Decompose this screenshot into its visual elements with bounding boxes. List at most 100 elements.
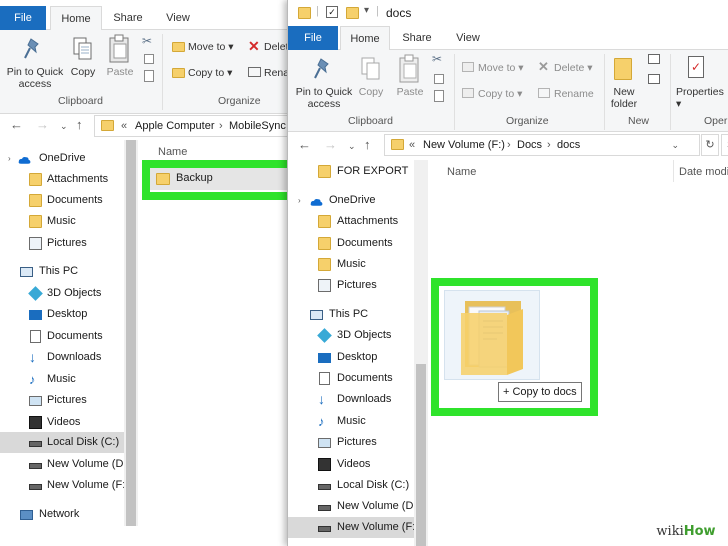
expand-chevron-icon[interactable]: › bbox=[8, 148, 11, 169]
cut-icon[interactable]: ✂ bbox=[142, 34, 152, 48]
right-copy-button[interactable]: Copy bbox=[354, 86, 388, 98]
nav-item-local-disk-c[interactable]: Local Disk (C:) bbox=[288, 475, 414, 496]
customize-qat-icon[interactable]: ▾ bbox=[364, 5, 369, 16]
nav-item-this-pc[interactable]: This PC bbox=[0, 261, 124, 282]
up-arrow-icon[interactable]: ↑ bbox=[76, 117, 83, 132]
right-nav-scrollbar[interactable] bbox=[414, 160, 428, 546]
new-folder-qat-icon[interactable] bbox=[346, 7, 359, 19]
cut-icon[interactable]: ✂ bbox=[432, 52, 442, 66]
nav-item-pictures-pc[interactable]: Pictures bbox=[288, 432, 414, 453]
nav-item-videos[interactable]: Videos bbox=[288, 454, 414, 475]
nav-item-onedrive[interactable]: › OneDrive bbox=[0, 148, 124, 169]
right-paste-button[interactable]: Paste bbox=[392, 86, 428, 98]
refresh-button[interactable]: ↻ bbox=[701, 134, 719, 156]
nav-item-documents[interactable]: Documents bbox=[288, 233, 414, 254]
nav-item-network[interactable]: Network bbox=[0, 504, 124, 525]
nav-item-pictures-pc[interactable]: Pictures bbox=[0, 390, 124, 411]
left-paste-button[interactable]: Paste bbox=[102, 66, 138, 78]
nav-item-documents[interactable]: Documents bbox=[0, 190, 124, 211]
nav-item-attachments[interactable]: Attachments bbox=[0, 169, 124, 190]
up-arrow-icon[interactable]: ↑ bbox=[364, 137, 371, 152]
nav-item-documents-pc[interactable]: Documents bbox=[288, 368, 414, 389]
left-nav-scrollbar[interactable] bbox=[124, 140, 138, 526]
properties-button[interactable]: Properties ▾ bbox=[676, 86, 728, 110]
nav-item-music-pc[interactable]: ♪ Music bbox=[0, 369, 124, 390]
right-tab-share[interactable]: Share bbox=[394, 26, 440, 50]
right-column-name-header[interactable]: Name bbox=[447, 166, 476, 178]
nav-item-3d-objects[interactable]: 3D Objects bbox=[0, 283, 124, 304]
recent-locations-icon[interactable]: ⌄ bbox=[348, 141, 356, 152]
right-column-date-header[interactable]: Date modi bbox=[679, 166, 728, 178]
expand-chevron-icon[interactable]: › bbox=[298, 190, 301, 211]
address-crumb[interactable]: docs bbox=[557, 135, 580, 155]
right-delete-button[interactable]: Delete ▾ bbox=[554, 62, 593, 74]
column-divider[interactable] bbox=[673, 160, 674, 182]
forward-arrow-icon[interactable]: → bbox=[36, 117, 49, 132]
right-rename-button[interactable]: Rename bbox=[554, 88, 594, 100]
search-box[interactable]: Se bbox=[721, 134, 728, 156]
address-crumb[interactable]: New Volume (F:) bbox=[423, 135, 505, 155]
left-nav-scrollbar-thumb[interactable] bbox=[126, 140, 136, 526]
nav-item-3d-objects[interactable]: 3D Objects bbox=[288, 325, 414, 346]
forward-arrow-icon[interactable]: → bbox=[324, 137, 337, 152]
left-tab-home[interactable]: Home bbox=[50, 6, 102, 31]
nav-item-new-volume-f[interactable]: New Volume (F:) bbox=[0, 475, 129, 496]
nav-item-this-pc[interactable]: This PC bbox=[288, 304, 414, 325]
nav-item-for-export[interactable]: FOR EXPORT bbox=[288, 161, 414, 182]
left-tab-share[interactable]: Share bbox=[106, 6, 150, 30]
right-tab-view[interactable]: View bbox=[446, 26, 490, 50]
nav-item-documents-pc[interactable]: Documents bbox=[0, 326, 124, 347]
right-tab-file[interactable]: File bbox=[288, 26, 338, 50]
left-column-name-header[interactable]: Name bbox=[158, 146, 187, 158]
right-address-bar[interactable]: « New Volume (F:) › Docs › docs ⌄ bbox=[384, 134, 700, 156]
properties-qat-icon[interactable]: ✓ bbox=[326, 6, 338, 18]
nav-item-music-pc[interactable]: ♪ Music bbox=[288, 411, 414, 432]
nav-item-pictures[interactable]: Pictures bbox=[0, 233, 124, 254]
left-pin-quick-access-button[interactable]: Pin to Quick access bbox=[2, 66, 68, 90]
right-move-to-button[interactable]: Move to ▾ bbox=[478, 62, 524, 74]
address-dropdown-icon[interactable]: ⌄ bbox=[671, 135, 679, 155]
nav-item-music[interactable]: Music bbox=[0, 211, 124, 232]
paste-shortcut-icon[interactable] bbox=[434, 90, 444, 102]
address-overflow-chevrons[interactable]: « bbox=[121, 116, 127, 136]
recent-locations-icon[interactable]: ⌄ bbox=[60, 121, 68, 132]
address-crumb[interactable]: MobileSync bbox=[229, 116, 286, 136]
nav-item-new-volume-f[interactable]: New Volume (F:) bbox=[288, 517, 419, 538]
drop-target-area[interactable]: + Copy to docs bbox=[439, 286, 590, 408]
address-crumb[interactable]: Apple Computer bbox=[135, 116, 215, 136]
nav-item-attachments[interactable]: Attachments bbox=[288, 211, 414, 232]
copy-path-icon[interactable] bbox=[144, 54, 154, 64]
left-copy-button[interactable]: Copy bbox=[66, 66, 100, 78]
new-folder-button[interactable]: New folder bbox=[606, 86, 642, 110]
nav-item-music[interactable]: Music bbox=[288, 254, 414, 275]
paste-shortcut-icon[interactable] bbox=[144, 70, 154, 82]
left-address-bar[interactable]: « Apple Computer › MobileSync bbox=[94, 115, 292, 137]
nav-item-new-volume-d[interactable]: New Volume (D: bbox=[288, 496, 416, 517]
copy-path-icon[interactable] bbox=[434, 74, 444, 84]
address-overflow-chevrons[interactable]: « bbox=[409, 135, 415, 155]
nav-item-local-disk-c[interactable]: Local Disk (C:) bbox=[0, 432, 124, 453]
easy-access-icon[interactable] bbox=[648, 74, 660, 84]
nav-item-videos[interactable]: Videos bbox=[0, 412, 124, 433]
left-tab-file[interactable]: File bbox=[0, 6, 46, 30]
nav-item-desktop[interactable]: Desktop bbox=[0, 304, 124, 325]
nav-item-desktop[interactable]: Desktop bbox=[288, 347, 414, 368]
nav-item-new-volume-d[interactable]: New Volume (D: bbox=[0, 454, 126, 475]
address-crumb[interactable]: Docs bbox=[517, 135, 542, 155]
new-item-icon[interactable] bbox=[648, 54, 660, 64]
left-file-row-backup[interactable]: Backup bbox=[150, 168, 288, 190]
left-delete-button[interactable]: Delet bbox=[264, 41, 289, 53]
right-copy-to-button[interactable]: Copy to ▾ bbox=[478, 88, 522, 100]
nav-item-onedrive[interactable]: › OneDrive bbox=[288, 190, 414, 211]
left-tab-view[interactable]: View bbox=[156, 6, 200, 30]
right-pin-quick-access-button[interactable]: Pin to Quick access bbox=[292, 86, 356, 110]
left-copy-to-button[interactable]: Copy to ▾ bbox=[188, 67, 232, 79]
left-move-to-button[interactable]: Move to ▾ bbox=[188, 41, 234, 53]
right-tab-home[interactable]: Home bbox=[340, 26, 390, 51]
left-rename-button[interactable]: Rena bbox=[264, 67, 289, 79]
right-nav-scrollbar-thumb[interactable] bbox=[416, 364, 426, 546]
nav-item-pictures[interactable]: Pictures bbox=[288, 275, 414, 296]
back-arrow-icon[interactable]: ← bbox=[10, 117, 23, 132]
back-arrow-icon[interactable]: ← bbox=[298, 137, 311, 152]
nav-item-downloads[interactable]: ↓ Downloads bbox=[0, 347, 124, 368]
